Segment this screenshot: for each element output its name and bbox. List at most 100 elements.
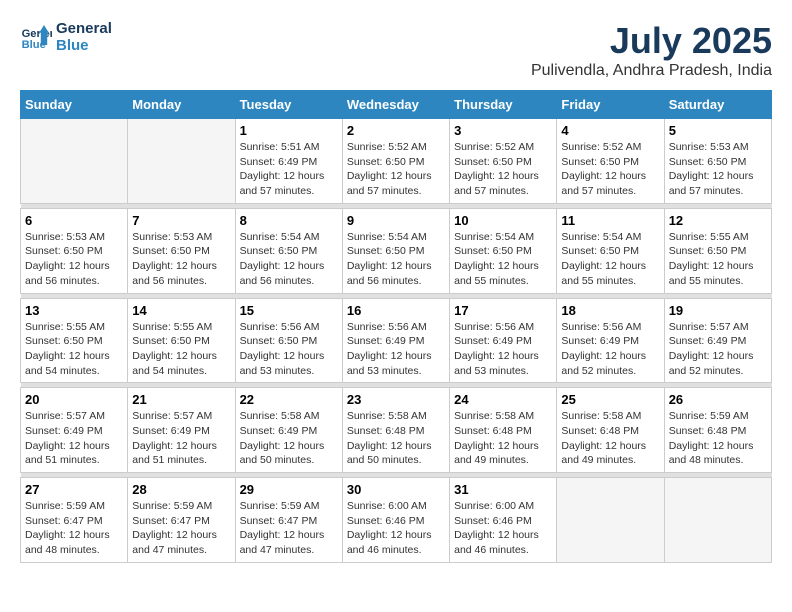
calendar-day-cell: 10 Sunrise: 5:54 AMSunset: 6:50 PMDayligh… xyxy=(450,208,557,293)
logo-icon: General Blue xyxy=(20,21,52,53)
calendar-day-cell: 15Sunrise: 5:56 AMSunset: 6:50 PMDayligh… xyxy=(235,298,342,383)
day-info: Sunrise: 5:58 AMSunset: 6:48 PMDaylight:… xyxy=(454,409,552,468)
calendar-week-row: 6 Sunrise: 5:53 AMSunset: 6:50 PMDaylight… xyxy=(21,208,772,293)
calendar-day-cell: 16 Sunrise: 5:56 AMSunset: 6:49 PMDayligh… xyxy=(342,298,449,383)
calendar-day-cell xyxy=(21,119,128,204)
day-info: Sunrise: 5:53 AMSunset: 6:50 PMDaylight:… xyxy=(669,140,767,199)
day-number: 3 xyxy=(454,123,552,138)
calendar-day-cell: 31 Sunrise: 6:00 AMSunset: 6:46 PMDayligh… xyxy=(450,478,557,563)
day-number: 4 xyxy=(561,123,659,138)
calendar-day-cell: 30Sunrise: 6:00 AMSunset: 6:46 PMDayligh… xyxy=(342,478,449,563)
day-number: 19 xyxy=(669,303,767,318)
day-number: 28 xyxy=(132,482,230,497)
day-number: 13 xyxy=(25,303,123,318)
day-info: Sunrise: 5:52 AMSunset: 6:50 PMDaylight:… xyxy=(454,140,552,199)
day-info: Sunrise: 5:52 AMSunset: 6:50 PMDaylight:… xyxy=(561,140,659,199)
logo: General Blue General Blue xyxy=(20,20,112,54)
calendar-week-row: 20 Sunrise: 5:57 AMSunset: 6:49 PMDayligh… xyxy=(21,388,772,473)
day-number: 30 xyxy=(347,482,445,497)
day-number: 23 xyxy=(347,392,445,407)
day-info: Sunrise: 5:56 AMSunset: 6:50 PMDaylight:… xyxy=(240,320,338,379)
calendar-day-cell xyxy=(128,119,235,204)
calendar-day-cell: 23 Sunrise: 5:58 AMSunset: 6:48 PMDayligh… xyxy=(342,388,449,473)
title-area: July 2025 Pulivendla, Andhra Pradesh, In… xyxy=(531,20,772,80)
day-number: 11 xyxy=(561,213,659,228)
day-info: Sunrise: 5:55 AMSunset: 6:50 PMDaylight:… xyxy=(132,320,230,379)
calendar-day-cell: 13 Sunrise: 5:55 AMSunset: 6:50 PMDayligh… xyxy=(21,298,128,383)
day-number: 17 xyxy=(454,303,552,318)
day-info: Sunrise: 5:57 AMSunset: 6:49 PMDaylight:… xyxy=(25,409,123,468)
day-of-week-header: Sunday xyxy=(21,91,128,119)
calendar-day-cell: 25 Sunrise: 5:58 AMSunset: 6:48 PMDayligh… xyxy=(557,388,664,473)
day-of-week-header: Wednesday xyxy=(342,91,449,119)
calendar-day-cell: 3 Sunrise: 5:52 AMSunset: 6:50 PMDaylight… xyxy=(450,119,557,204)
header: General Blue General Blue July 2025 Puli… xyxy=(20,20,772,80)
logo-blue: Blue xyxy=(56,37,112,54)
calendar-day-cell: 27 Sunrise: 5:59 AMSunset: 6:47 PMDayligh… xyxy=(21,478,128,563)
day-info: Sunrise: 5:54 AMSunset: 6:50 PMDaylight:… xyxy=(347,230,445,289)
calendar-day-cell xyxy=(664,478,771,563)
day-number: 7 xyxy=(132,213,230,228)
day-info: Sunrise: 5:57 AMSunset: 6:49 PMDaylight:… xyxy=(669,320,767,379)
day-number: 22 xyxy=(240,392,338,407)
calendar-day-cell: 12 Sunrise: 5:55 AMSunset: 6:50 PMDayligh… xyxy=(664,208,771,293)
day-number: 29 xyxy=(240,482,338,497)
day-number: 25 xyxy=(561,392,659,407)
calendar-day-cell: 2Sunrise: 5:52 AMSunset: 6:50 PMDaylight… xyxy=(342,119,449,204)
day-info: Sunrise: 5:59 AMSunset: 6:47 PMDaylight:… xyxy=(240,499,338,558)
calendar-day-cell: 21Sunrise: 5:57 AMSunset: 6:49 PMDayligh… xyxy=(128,388,235,473)
day-number: 6 xyxy=(25,213,123,228)
day-number: 12 xyxy=(669,213,767,228)
day-number: 10 xyxy=(454,213,552,228)
calendar-day-cell: 18Sunrise: 5:56 AMSunset: 6:49 PMDayligh… xyxy=(557,298,664,383)
calendar-day-cell: 1Sunrise: 5:51 AMSunset: 6:49 PMDaylight… xyxy=(235,119,342,204)
day-number: 20 xyxy=(25,392,123,407)
day-info: Sunrise: 5:59 AMSunset: 6:47 PMDaylight:… xyxy=(132,499,230,558)
day-of-week-header: Thursday xyxy=(450,91,557,119)
calendar-day-cell: 24 Sunrise: 5:58 AMSunset: 6:48 PMDayligh… xyxy=(450,388,557,473)
day-info: Sunrise: 5:59 AMSunset: 6:48 PMDaylight:… xyxy=(669,409,767,468)
logo-general: General xyxy=(56,20,112,37)
day-info: Sunrise: 5:56 AMSunset: 6:49 PMDaylight:… xyxy=(347,320,445,379)
calendar-day-cell: 14 Sunrise: 5:55 AMSunset: 6:50 PMDayligh… xyxy=(128,298,235,383)
day-info: Sunrise: 5:55 AMSunset: 6:50 PMDaylight:… xyxy=(25,320,123,379)
day-info: Sunrise: 6:00 AMSunset: 6:46 PMDaylight:… xyxy=(454,499,552,558)
calendar-day-cell: 9Sunrise: 5:54 AMSunset: 6:50 PMDaylight… xyxy=(342,208,449,293)
svg-text:General: General xyxy=(22,28,52,40)
day-info: Sunrise: 5:53 AMSunset: 6:50 PMDaylight:… xyxy=(132,230,230,289)
day-info: Sunrise: 5:55 AMSunset: 6:50 PMDaylight:… xyxy=(669,230,767,289)
day-number: 2 xyxy=(347,123,445,138)
calendar-header-row: SundayMondayTuesdayWednesdayThursdayFrid… xyxy=(21,91,772,119)
calendar-week-row: 13 Sunrise: 5:55 AMSunset: 6:50 PMDayligh… xyxy=(21,298,772,383)
day-of-week-header: Saturday xyxy=(664,91,771,119)
calendar-day-cell: 29 Sunrise: 5:59 AMSunset: 6:47 PMDayligh… xyxy=(235,478,342,563)
day-info: Sunrise: 5:54 AMSunset: 6:50 PMDaylight:… xyxy=(561,230,659,289)
day-of-week-header: Tuesday xyxy=(235,91,342,119)
day-number: 31 xyxy=(454,482,552,497)
day-number: 16 xyxy=(347,303,445,318)
calendar-week-row: 27 Sunrise: 5:59 AMSunset: 6:47 PMDayligh… xyxy=(21,478,772,563)
calendar-day-cell: 20 Sunrise: 5:57 AMSunset: 6:49 PMDayligh… xyxy=(21,388,128,473)
calendar-day-cell: 19 Sunrise: 5:57 AMSunset: 6:49 PMDayligh… xyxy=(664,298,771,383)
calendar-day-cell: 26Sunrise: 5:59 AMSunset: 6:48 PMDayligh… xyxy=(664,388,771,473)
day-number: 8 xyxy=(240,213,338,228)
month-year-title: July 2025 xyxy=(531,20,772,62)
day-number: 14 xyxy=(132,303,230,318)
day-info: Sunrise: 5:57 AMSunset: 6:49 PMDaylight:… xyxy=(132,409,230,468)
calendar-day-cell: 17Sunrise: 5:56 AMSunset: 6:49 PMDayligh… xyxy=(450,298,557,383)
day-info: Sunrise: 5:51 AMSunset: 6:49 PMDaylight:… xyxy=(240,140,338,199)
day-info: Sunrise: 5:58 AMSunset: 6:48 PMDaylight:… xyxy=(347,409,445,468)
calendar-week-row: 1Sunrise: 5:51 AMSunset: 6:49 PMDaylight… xyxy=(21,119,772,204)
calendar-day-cell: 11 Sunrise: 5:54 AMSunset: 6:50 PMDayligh… xyxy=(557,208,664,293)
calendar-day-cell: 7 Sunrise: 5:53 AMSunset: 6:50 PMDaylight… xyxy=(128,208,235,293)
day-info: Sunrise: 5:54 AMSunset: 6:50 PMDaylight:… xyxy=(454,230,552,289)
location-subtitle: Pulivendla, Andhra Pradesh, India xyxy=(531,62,772,80)
calendar-day-cell: 8Sunrise: 5:54 AMSunset: 6:50 PMDaylight… xyxy=(235,208,342,293)
calendar-day-cell: 4 Sunrise: 5:52 AMSunset: 6:50 PMDaylight… xyxy=(557,119,664,204)
day-info: Sunrise: 5:58 AMSunset: 6:48 PMDaylight:… xyxy=(561,409,659,468)
calendar-table: SundayMondayTuesdayWednesdayThursdayFrid… xyxy=(20,90,772,563)
day-of-week-header: Friday xyxy=(557,91,664,119)
day-number: 24 xyxy=(454,392,552,407)
day-number: 27 xyxy=(25,482,123,497)
day-info: Sunrise: 5:59 AMSunset: 6:47 PMDaylight:… xyxy=(25,499,123,558)
